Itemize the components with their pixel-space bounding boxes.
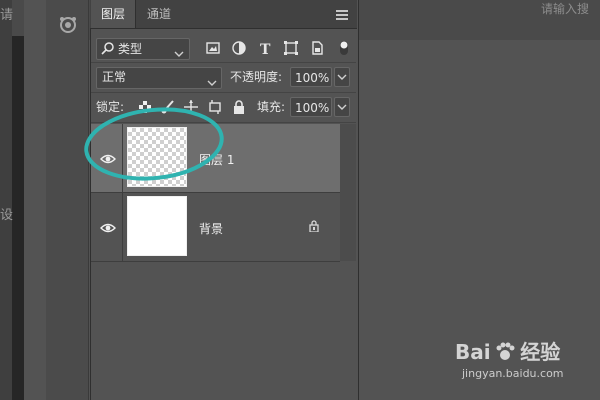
left-cut-text-top: 请 [0,8,14,23]
filter-toggle-icon[interactable] [339,40,355,56]
adjustment-filter-icon[interactable] [231,40,247,56]
collapsed-panel-column [46,0,89,400]
panel-menu-icon[interactable] [336,9,348,20]
search-icon [101,41,115,55]
left-dark-bar [12,36,24,400]
layers-scrollbar[interactable] [340,124,356,261]
chevron-down-icon [174,46,184,57]
chevron-down-icon [207,75,217,86]
baidu-watermark: Bai 经验 [455,336,560,365]
layer-thumbnail-white[interactable] [127,196,187,256]
divider [91,62,356,63]
fill-label: 填充: [257,100,286,114]
opacity-label: 不透明度: [230,70,283,84]
paw-icon [496,342,515,360]
opacity-field[interactable]: 100% [290,67,332,87]
search-hint-text: 请输入搜 [541,2,590,16]
left-canvas-edge [0,0,12,400]
svg-text:T: T [260,42,271,56]
text-filter-icon[interactable]: T [257,40,273,58]
lock-all-icon[interactable] [231,99,247,115]
shape-filter-icon[interactable] [283,40,299,56]
fill-dropdown-button[interactable] [334,97,350,117]
left-cut-text-mid: 设 [0,208,14,223]
visibility-divider [122,193,123,261]
tab-channels[interactable]: 通道 [137,0,181,28]
blend-mode-value: 正常 [102,70,127,84]
opacity-dropdown-button[interactable] [334,67,350,87]
image-filter-icon[interactable] [205,40,221,56]
fill-field[interactable]: 100% [290,97,332,117]
watermark-suffix: 经验 [520,340,561,364]
lock-icon[interactable] [309,220,319,233]
left-column [24,0,46,400]
watermark-url: jingyan.baidu.com [462,367,564,380]
highlight-ellipse [82,104,226,184]
layer-name[interactable]: 背景 [199,220,223,237]
filter-type-label: 类型 [118,42,143,56]
eye-icon[interactable] [100,222,116,234]
tab-layers[interactable]: 图层 [91,0,137,28]
divider [91,92,356,93]
watermark-brand: Bai [455,340,491,364]
properties-panel-icon[interactable] [57,14,79,36]
smart-object-filter-icon[interactable] [309,40,325,56]
